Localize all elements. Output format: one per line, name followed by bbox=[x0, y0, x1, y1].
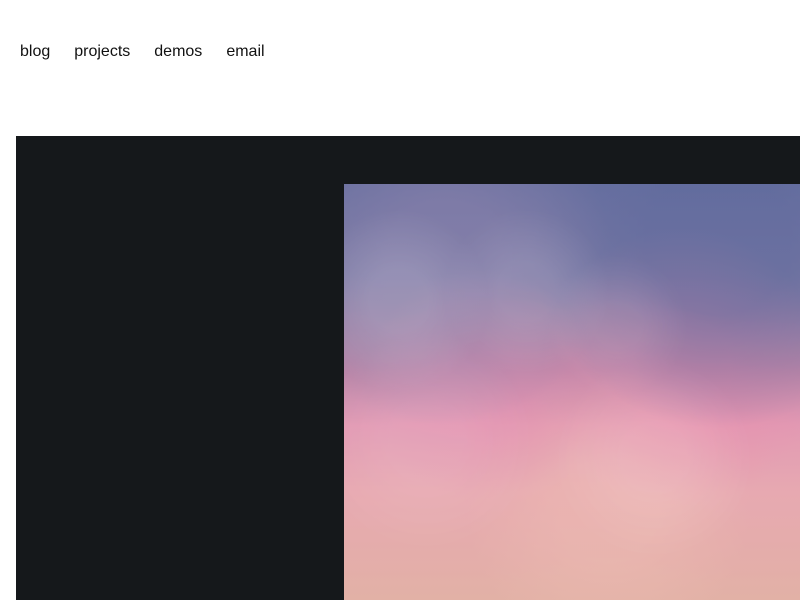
nav-link-email[interactable]: email bbox=[226, 42, 264, 62]
nav-link-projects[interactable]: projects bbox=[74, 42, 130, 62]
nav-link-blog[interactable]: blog bbox=[20, 42, 50, 62]
top-navigation: blog projects demos email bbox=[20, 42, 265, 62]
hero-panel bbox=[16, 136, 800, 600]
page: blog projects demos email bbox=[0, 0, 800, 600]
nav-link-demos[interactable]: demos bbox=[154, 42, 202, 62]
hero-image bbox=[344, 184, 800, 600]
